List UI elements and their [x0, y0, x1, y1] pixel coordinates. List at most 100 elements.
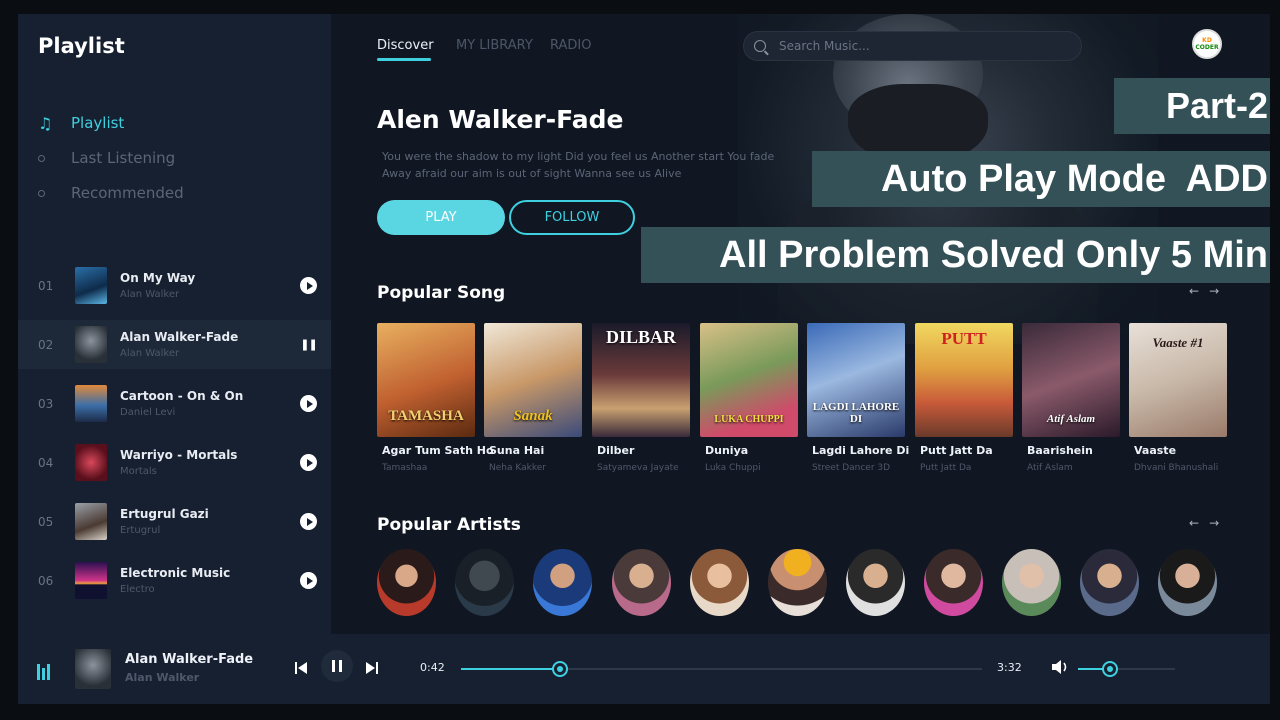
- song-card[interactable]: DILBAR Dilber Satyameva Jayate: [592, 323, 690, 473]
- cover-text: Sanak: [513, 408, 553, 424]
- play-button[interactable]: PLAY: [377, 200, 505, 235]
- now-playing-thumbnail: [75, 649, 111, 689]
- playlist-track[interactable]: 02 Alan Walker-Fade Alan Walker ❚❚: [18, 320, 331, 369]
- artist-avatar[interactable]: [377, 549, 436, 616]
- play-icon[interactable]: [300, 277, 317, 294]
- track-number: 06: [38, 573, 54, 588]
- song-cover: LAGDI LAHORE DI: [807, 323, 905, 437]
- artist-avatar[interactable]: [455, 549, 514, 616]
- song-name: Duniya: [705, 444, 749, 457]
- progress-knob[interactable]: [552, 661, 568, 677]
- arrow-right-icon[interactable]: →: [1209, 284, 1229, 298]
- featured-song-title: Alen Walker-Fade: [377, 105, 624, 134]
- track-title: Warriyo - Mortals: [120, 448, 238, 462]
- artist-avatar[interactable]: [768, 549, 827, 616]
- song-card[interactable]: PUTT Putt Jatt Da Putt Jatt Da: [915, 323, 1013, 473]
- cover-text: Atif Aslam: [1046, 413, 1096, 425]
- artist-avatar[interactable]: [612, 549, 671, 616]
- track-artist: Alan Walker: [120, 289, 180, 300]
- song-cover: PUTT: [915, 323, 1013, 437]
- playlist-track[interactable]: 06 Electronic Music Electro: [18, 556, 331, 605]
- track-number: 05: [38, 514, 54, 529]
- song-subtitle: Dhvani Bhanushali: [1134, 463, 1219, 473]
- play-icon[interactable]: [300, 395, 317, 412]
- follow-button[interactable]: FOLLOW: [509, 200, 635, 235]
- volume-knob[interactable]: [1102, 661, 1118, 677]
- artist-avatar[interactable]: [1158, 549, 1217, 616]
- song-card[interactable]: LAGDI LAHORE DI Lagdi Lahore Di Street D…: [807, 323, 909, 473]
- progress-slider[interactable]: [461, 661, 982, 677]
- sidebar-item-playlist[interactable]: ♫ Playlist: [38, 111, 124, 135]
- song-card[interactable]: Vaaste #1 Vaaste Dhvani Bhanushali: [1129, 323, 1227, 473]
- song-card[interactable]: Sanak Suna Hai Neha Kakker: [484, 323, 582, 473]
- avatar-text: CODER: [1195, 44, 1219, 51]
- sidebar-item-label: Playlist: [71, 114, 125, 132]
- track-thumbnail: [75, 562, 107, 599]
- artist-avatar[interactable]: [533, 549, 592, 616]
- play-icon[interactable]: [300, 572, 317, 589]
- track-number: 02: [38, 337, 54, 352]
- play-icon[interactable]: [300, 513, 317, 530]
- track-title: Ertugrul Gazi: [120, 507, 209, 521]
- song-card[interactable]: LUKA CHUPPI Duniya Luka Chuppi: [700, 323, 798, 473]
- arrow-left-icon[interactable]: ←: [1189, 516, 1209, 530]
- track-number: 03: [38, 396, 54, 411]
- artist-avatar[interactable]: [846, 549, 905, 616]
- featured-song-description: You were the shadow to my light Did you …: [382, 148, 782, 182]
- volume-icon[interactable]: [1051, 659, 1069, 675]
- track-thumbnail: [75, 326, 107, 363]
- previous-icon[interactable]: [294, 661, 308, 675]
- artist-avatar[interactable]: [690, 549, 749, 616]
- circle-icon: [38, 154, 45, 162]
- now-playing-title: Alan Walker-Fade: [125, 652, 254, 667]
- song-subtitle: Luka Chuppi: [705, 463, 761, 473]
- popular-artists-nav: ←→: [1189, 516, 1229, 530]
- avatar[interactable]: KD CODER: [1192, 29, 1222, 59]
- sidebar-item-recommended[interactable]: Recommended: [38, 181, 184, 205]
- cover-text: PUTT: [941, 329, 987, 348]
- track-thumbnail: [75, 444, 107, 481]
- track-number: 01: [38, 278, 54, 293]
- player-bar: Alan Walker-Fade Alan Walker 0:42 3:32: [18, 634, 1270, 704]
- pause-button[interactable]: [321, 650, 353, 682]
- playlist-track[interactable]: 01 On My Way Alan Walker: [18, 261, 331, 310]
- tab-discover[interactable]: Discover: [377, 38, 434, 53]
- playlist-track[interactable]: 04 Warriyo - Mortals Mortals: [18, 438, 331, 487]
- now-playing-artist: Alan Walker: [125, 671, 200, 684]
- track-artist: Electro: [120, 584, 155, 595]
- song-name: Suna Hai: [489, 444, 545, 457]
- description-line: You were the shadow to my light Did you …: [382, 150, 775, 163]
- track-title: Alan Walker-Fade: [120, 330, 239, 344]
- popular-songs-nav: ←→: [1189, 284, 1229, 298]
- volume-slider[interactable]: [1078, 661, 1175, 677]
- playlist-track[interactable]: 05 Ertugrul Gazi Ertugrul: [18, 497, 331, 546]
- playlist-track[interactable]: 03 Cartoon - On & On Daniel Levi: [18, 379, 331, 428]
- search-bar[interactable]: [743, 31, 1082, 61]
- song-subtitle: Atif Aslam: [1027, 463, 1073, 473]
- search-icon: [754, 40, 766, 52]
- cover-text: LAGDI LAHORE DI: [812, 401, 900, 425]
- overlay-feature-label: Auto Play Mode ADD: [812, 151, 1270, 207]
- artist-avatar[interactable]: [1080, 549, 1139, 616]
- arrow-right-icon[interactable]: →: [1209, 516, 1229, 530]
- play-icon[interactable]: [300, 454, 317, 471]
- artist-avatar[interactable]: [1002, 549, 1061, 616]
- sidebar-item-last-listening[interactable]: Last Listening: [38, 146, 175, 170]
- tab-active-indicator: [377, 58, 431, 61]
- circle-icon: [38, 189, 45, 197]
- tab-radio[interactable]: RADIO: [550, 38, 591, 53]
- popular-artists-heading: Popular Artists: [377, 515, 521, 535]
- song-card[interactable]: TAMASHA Agar Tum Sath Ho Tamashaa: [377, 323, 494, 473]
- pause-icon[interactable]: ❚❚: [300, 336, 317, 353]
- song-card[interactable]: Atif Aslam Baarishein Atif Aslam: [1022, 323, 1120, 473]
- next-icon[interactable]: [365, 661, 379, 675]
- equalizer-icon: [37, 664, 50, 680]
- song-name: Baarishein: [1027, 444, 1093, 457]
- tab-my-library[interactable]: MY LIBRARY: [456, 38, 533, 53]
- arrow-left-icon[interactable]: ←: [1189, 284, 1209, 298]
- song-cover: TAMASHA: [377, 323, 475, 437]
- track-thumbnail: [75, 385, 107, 422]
- song-subtitle: Neha Kakker: [489, 463, 546, 473]
- artist-avatar[interactable]: [924, 549, 983, 616]
- search-input[interactable]: [779, 39, 1039, 53]
